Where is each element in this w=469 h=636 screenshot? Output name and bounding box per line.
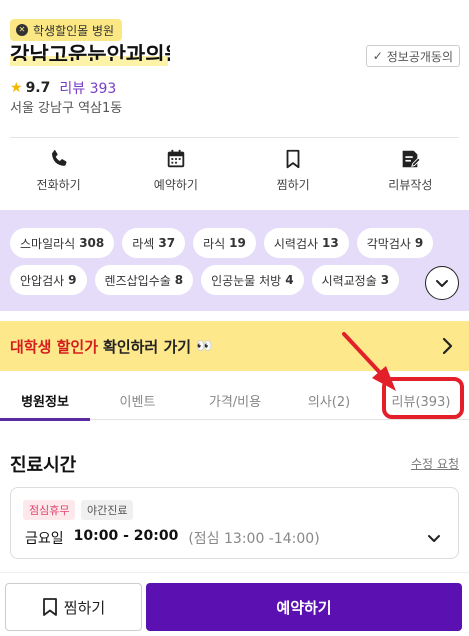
hours-line: 금요일 10:00 - 20:00 (점심 13:00 -14:00): [25, 528, 320, 548]
chevron-down-icon: [428, 535, 440, 542]
edit-request-link[interactable]: 수정 요청: [411, 455, 459, 472]
bottom-bookmark-label: 찜하기: [63, 598, 106, 617]
lunch-break-tag: 점심휴무: [23, 500, 76, 520]
night-clinic-tag: 야간진료: [81, 500, 134, 520]
bookmark-icon: [42, 598, 57, 616]
hours-day: 금요일: [25, 531, 64, 547]
annotation-arrow: [342, 332, 396, 391]
bottom-bookmark-button[interactable]: 찜하기: [5, 583, 142, 631]
hours-time: 10:00 - 20:00: [73, 528, 179, 544]
hours-lunch: (점심 13:00 -14:00): [188, 531, 320, 547]
hours-card[interactable]: 점심휴무 야간진료 금요일 10:00 - 20:00 (점심 13:00 -1…: [10, 487, 459, 559]
bottom-action-bar: 찜하기 예약하기: [0, 572, 469, 636]
annotation-highlight-box: [382, 377, 464, 419]
book-button[interactable]: 예약하기: [146, 583, 462, 631]
hours-title: 진료시간: [10, 455, 77, 476]
